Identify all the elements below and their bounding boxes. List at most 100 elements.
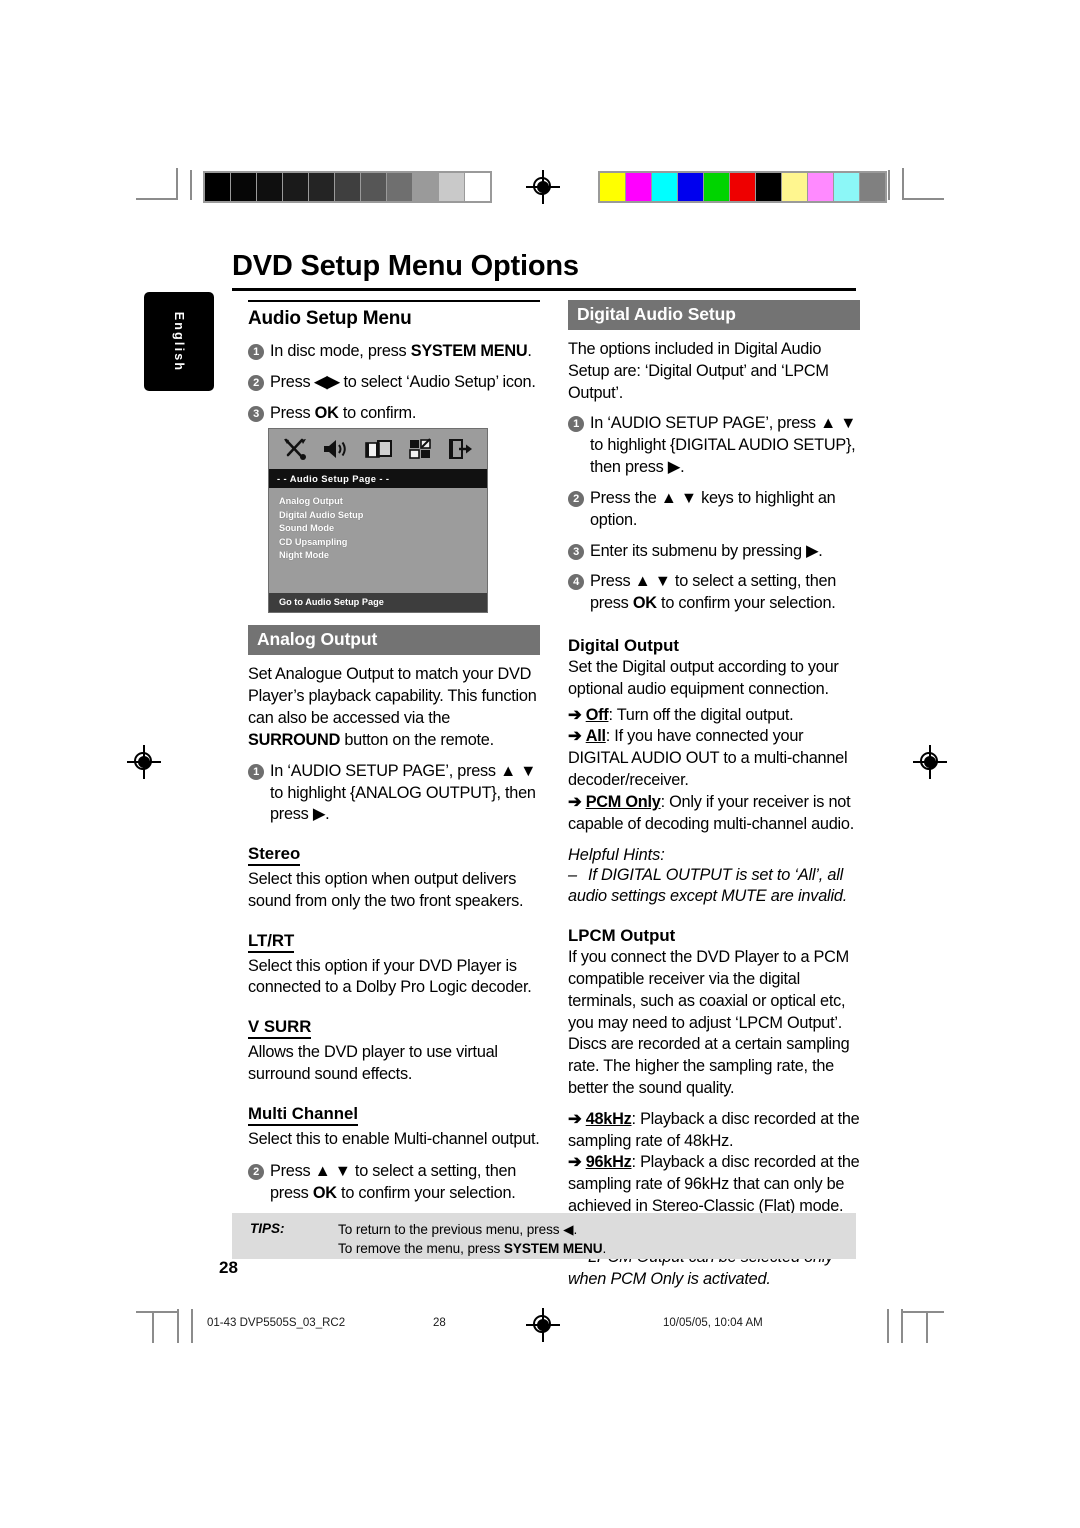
video-icon[interactable]: [364, 437, 394, 461]
step-text: Press OK to confirm.: [270, 403, 417, 422]
title-divider: [232, 288, 856, 291]
analog-output-intro: Set Analogue Output to match your DVD Pl…: [248, 665, 537, 749]
analog-option: Multi Channel Select this to enable Multi…: [248, 1095, 540, 1151]
footer-timestamp: 10/05/05, 10:04 AM: [663, 1317, 763, 1329]
audio-setup-menu-heading: Audio Setup Menu: [248, 308, 412, 329]
digital-output-bullets: ➔ Off: Turn off the digital output. ➔ All…: [568, 705, 854, 833]
color-swatch: [231, 173, 256, 201]
registration-mark-top: [526, 170, 560, 204]
crop-mark-bottom-left-v: [152, 1311, 154, 1343]
crop-mark-top-left-v: [176, 168, 178, 200]
right-column: Digital Audio Setup The options included…: [568, 300, 860, 1297]
audio-setup-page-screen: - - Audio Setup Page - - Analog Output Di…: [268, 428, 488, 613]
analog-option: V SURR Allows the DVD player to use virtu…: [248, 1008, 540, 1085]
step-text: In ‘AUDIO SETUP PAGE’, press ▲ ▼ to high…: [270, 761, 537, 824]
screen-menu-item[interactable]: Night Mode: [279, 549, 487, 563]
color-swatch: [205, 173, 230, 201]
digital-audio-setup-heading: Digital Audio Setup: [568, 300, 860, 330]
crop-mark-top-right-bar: [888, 170, 890, 200]
crop-mark-bottom-right-v: [926, 1311, 928, 1343]
step-number: 3: [568, 543, 584, 560]
crop-mark-bottom-right-bar: [901, 1309, 903, 1343]
analog-output-step-1: 1 In ‘AUDIO SETUP PAGE’, press ▲ ▼ to hig…: [248, 761, 540, 826]
step-number: 1: [568, 416, 584, 433]
color-swatch: [335, 173, 360, 201]
numbered-step: 1 In ‘AUDIO SETUP PAGE’, press ▲ ▼ to hig…: [568, 413, 860, 478]
step-number: 1: [248, 344, 264, 360]
step-text: Press ◀▶ to select ‘Audio Setup’ icon.: [270, 372, 536, 391]
color-swatch: [600, 173, 625, 201]
crop-mark-bottom-right-h: [902, 1311, 944, 1313]
step-number: 2: [248, 374, 264, 391]
screen-footer-hint: Go to Audio Setup Page: [269, 593, 487, 612]
analog-option-text: Select this to enable Multi-channel outp…: [248, 1129, 540, 1148]
registration-mark-bottom: [526, 1308, 560, 1342]
color-swatch: [387, 173, 412, 201]
step-text: Press the ▲ ▼ keys to highlight an optio…: [590, 488, 836, 529]
step-text: Press ▲ ▼ to select a setting, then pres…: [590, 572, 837, 613]
step-text: Enter its submenu by pressing ▶.: [590, 541, 823, 560]
digital-audio-setup-steps: 1 In ‘AUDIO SETUP PAGE’, press ▲ ▼ to hig…: [568, 413, 860, 615]
lpcm-output-bullets: ➔ 48kHz: Playback a disc recorded at the…: [568, 1109, 860, 1216]
analog-option-name: V SURR: [248, 1017, 312, 1040]
color-swatch: [860, 173, 885, 201]
crop-mark-top-right-h: [902, 198, 944, 200]
cmyk-color-bar: [598, 171, 887, 203]
screen-menu-list: Analog Output Digital Audio Setup Sound Mo…: [269, 488, 487, 563]
color-swatch: [678, 173, 703, 201]
screen-menu-item[interactable]: Digital Audio Setup: [279, 509, 487, 523]
exit-icon[interactable]: [448, 437, 474, 461]
footer-filename: 01-43 DVP5505S_03_RC2: [207, 1317, 346, 1329]
color-swatch: [283, 173, 308, 201]
language-tab: English: [144, 292, 214, 391]
step-text: In disc mode, press SYSTEM MENU.: [270, 342, 532, 360]
numbered-step: 1 In ‘AUDIO SETUP PAGE’, press ▲ ▼ to hig…: [248, 761, 540, 826]
analog-output-step-2: 2 Press ▲ ▼ to select a setting, then pre…: [248, 1161, 540, 1205]
numbered-step: 3 Enter its submenu by pressing ▶.: [568, 541, 860, 563]
digital-output-intro: Set the Digital output according to your…: [568, 657, 839, 698]
color-swatch: [413, 173, 438, 201]
speaker-icon[interactable]: [322, 437, 350, 461]
step-number: 2: [248, 1164, 264, 1181]
preference-icon[interactable]: [408, 437, 434, 461]
crop-mark-bottom-left-bar2: [191, 1309, 193, 1343]
screen-menu-item[interactable]: Analog Output: [279, 495, 487, 509]
analog-output-heading: Analog Output: [248, 625, 540, 656]
analog-option-text: Select this option if your DVD Player is…: [248, 956, 532, 997]
setup-icon-row: [269, 429, 487, 469]
step-number: 1: [248, 763, 264, 780]
digital-output-hint-text: – If DIGITAL OUTPUT is set to ‘All’, all …: [568, 865, 848, 906]
numbered-step: 2 Press the ▲ ▼ keys to highlight an opti…: [568, 488, 860, 532]
crop-mark-bottom-left-h: [136, 1311, 178, 1313]
screen-menu-item[interactable]: CD Upsampling: [279, 536, 487, 550]
crop-mark-bottom-left-bar: [177, 1309, 179, 1343]
color-swatch: [834, 173, 859, 201]
crop-mark-top-left-bar: [190, 170, 192, 200]
tips-lines: To return to the previous menu, press ◀.…: [338, 1220, 606, 1259]
digital-output-hint-title: Helpful Hints:: [568, 845, 665, 864]
color-swatch: [465, 173, 490, 201]
digital-output-heading: Digital Output: [568, 636, 679, 656]
color-swatch: [730, 173, 755, 201]
audio-setup-steps: 1 In disc mode, press SYSTEM MENU. 2 Press …: [248, 341, 540, 424]
numbered-step: 3 Press OK to confirm.: [248, 403, 540, 425]
footer-page: 28: [433, 1317, 446, 1329]
tools-icon[interactable]: [282, 437, 308, 461]
screen-menu-item[interactable]: Sound Mode: [279, 522, 487, 536]
analog-option-text: Allows the DVD player to use virtual sur…: [248, 1043, 498, 1083]
digital-output-hint-body: If DIGITAL OUTPUT is set to ‘All’, all a…: [568, 865, 848, 906]
analog-option-name: Stereo: [248, 844, 301, 867]
numbered-step: 2 Press ▲ ▼ to select a setting, then pre…: [248, 1161, 540, 1205]
analog-option-name: Multi Channel: [248, 1104, 359, 1126]
crop-mark-bottom-right-bar2: [887, 1309, 889, 1343]
step-number: 3: [248, 405, 264, 422]
crop-mark-top-right-v: [902, 168, 904, 200]
step-number: 4: [568, 574, 584, 591]
color-swatch: [257, 173, 282, 201]
page-number: 28: [219, 1258, 238, 1277]
lpcm-output-intro: If you connect the DVD Player to a PCM c…: [568, 948, 850, 1097]
numbered-step: 1 In disc mode, press SYSTEM MENU.: [248, 341, 540, 363]
analog-option: Stereo Select this option when output del…: [248, 835, 540, 912]
language-tab-label: English: [172, 311, 186, 372]
color-swatch: [361, 173, 386, 201]
